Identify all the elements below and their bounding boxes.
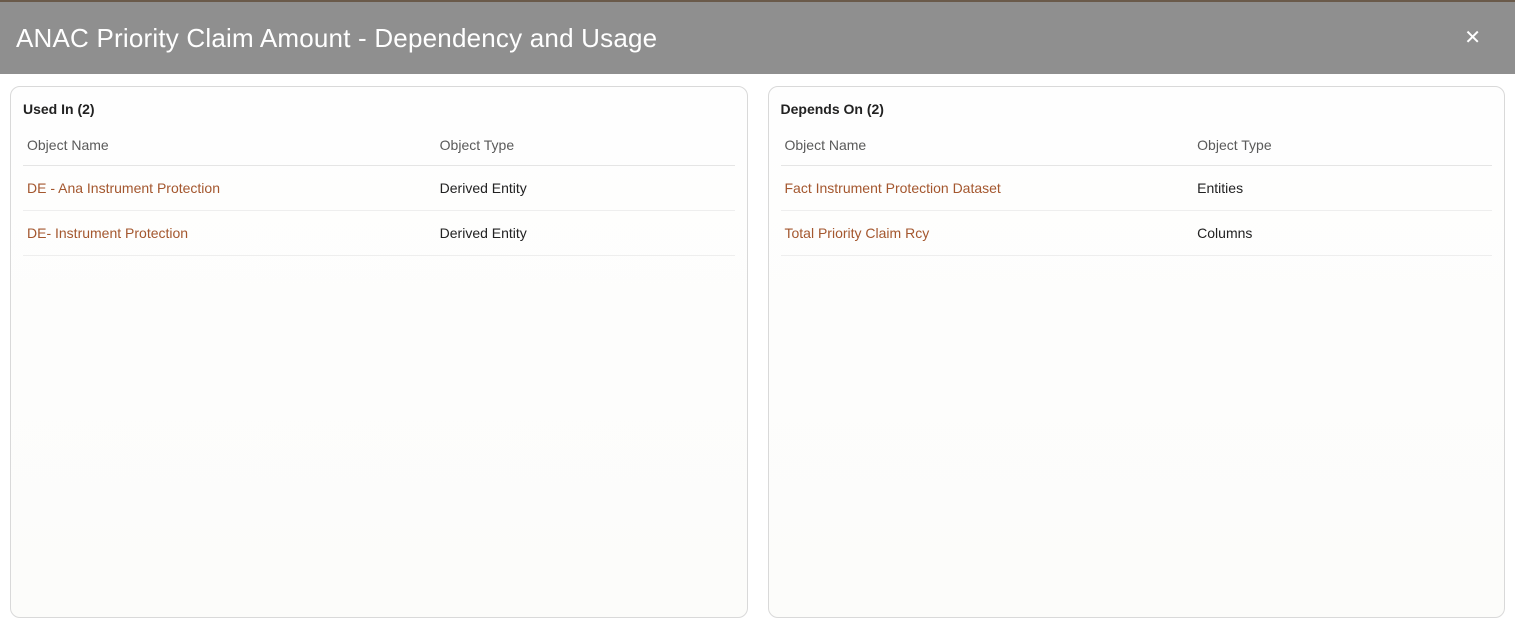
col-header-object-type: Object Type: [1193, 127, 1492, 166]
object-type-value: Derived Entity: [440, 180, 527, 196]
dialog-body: Used In (2) Object Name Object Type DE -…: [0, 74, 1515, 630]
depends-on-table: Object Name Object Type Fact Instrument …: [781, 127, 1493, 256]
object-type-value: Columns: [1197, 225, 1252, 241]
panel-used-in-heading: Used In (2): [11, 87, 747, 121]
table-row: DE - Ana Instrument Protection Derived E…: [23, 166, 735, 211]
object-name-link[interactable]: DE- Instrument Protection: [27, 225, 188, 241]
table-row: DE- Instrument Protection Derived Entity: [23, 211, 735, 256]
col-header-object-name: Object Name: [23, 127, 436, 166]
dialog-header: ANAC Priority Claim Amount - Dependency …: [0, 0, 1515, 74]
object-name-link[interactable]: Fact Instrument Protection Dataset: [785, 180, 1001, 196]
close-icon[interactable]: ✕: [1458, 22, 1487, 54]
used-in-table: Object Name Object Type DE - Ana Instrum…: [23, 127, 735, 256]
object-name-link[interactable]: DE - Ana Instrument Protection: [27, 180, 220, 196]
col-header-object-type: Object Type: [436, 127, 735, 166]
object-name-link[interactable]: Total Priority Claim Rcy: [785, 225, 930, 241]
dialog-title: ANAC Priority Claim Amount - Dependency …: [16, 23, 657, 54]
object-type-value: Derived Entity: [440, 225, 527, 241]
panel-depends-on-heading: Depends On (2): [769, 87, 1505, 121]
panel-used-in: Used In (2) Object Name Object Type DE -…: [10, 86, 748, 618]
table-row: Total Priority Claim Rcy Columns: [781, 211, 1493, 256]
panel-depends-on: Depends On (2) Object Name Object Type F…: [768, 86, 1506, 618]
table-row: Fact Instrument Protection Dataset Entit…: [781, 166, 1493, 211]
col-header-object-name: Object Name: [781, 127, 1194, 166]
object-type-value: Entities: [1197, 180, 1243, 196]
